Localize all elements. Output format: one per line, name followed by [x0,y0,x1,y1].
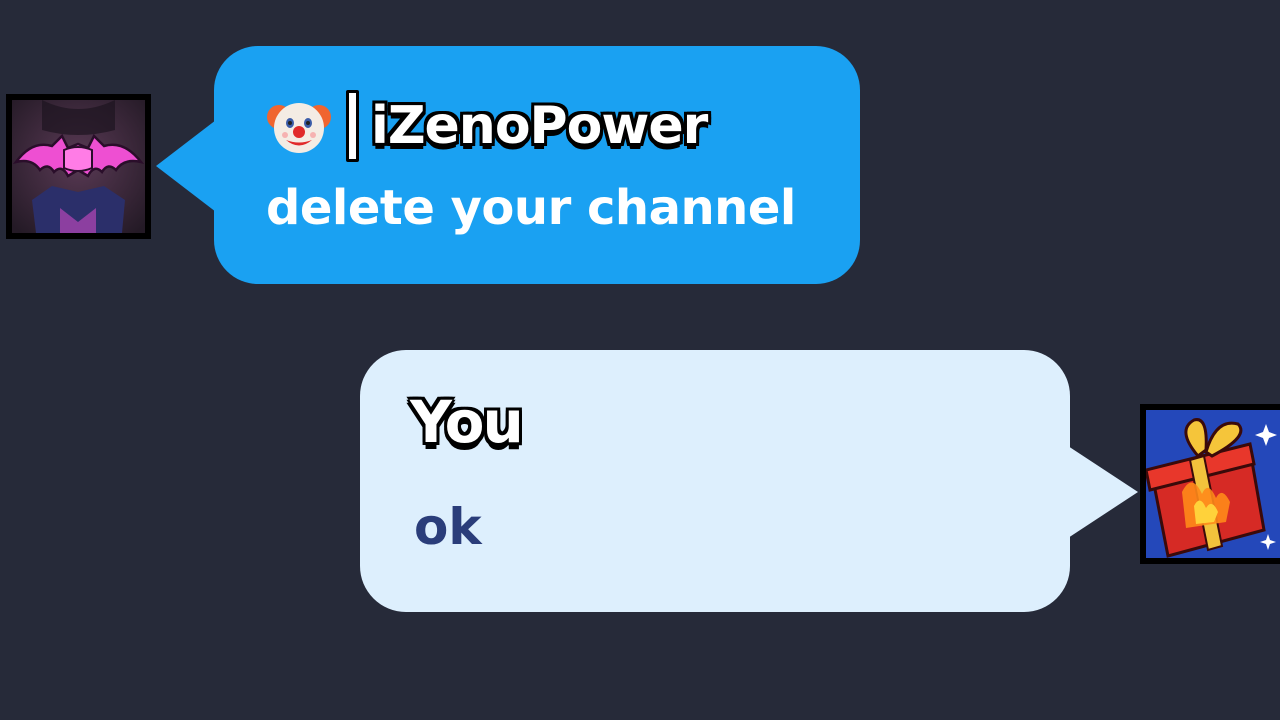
name-separator [346,90,359,162]
chat-area: iZenoPower delete your channel You ok [0,0,1280,720]
sender-row: iZenoPower [266,86,708,166]
message-text: ok [414,498,482,556]
incoming-message-bubble: iZenoPower delete your channel [156,46,860,284]
outgoing-message-bubble: You ok [360,350,1138,612]
sender-name: You [410,388,524,456]
message-text: delete your channel [266,180,796,236]
gift-box-icon[interactable] [1140,404,1280,564]
sender-name[interactable]: iZenoPower [371,96,708,156]
pink-bat-mask-icon[interactable] [6,94,151,239]
clown-face-icon [266,93,332,159]
